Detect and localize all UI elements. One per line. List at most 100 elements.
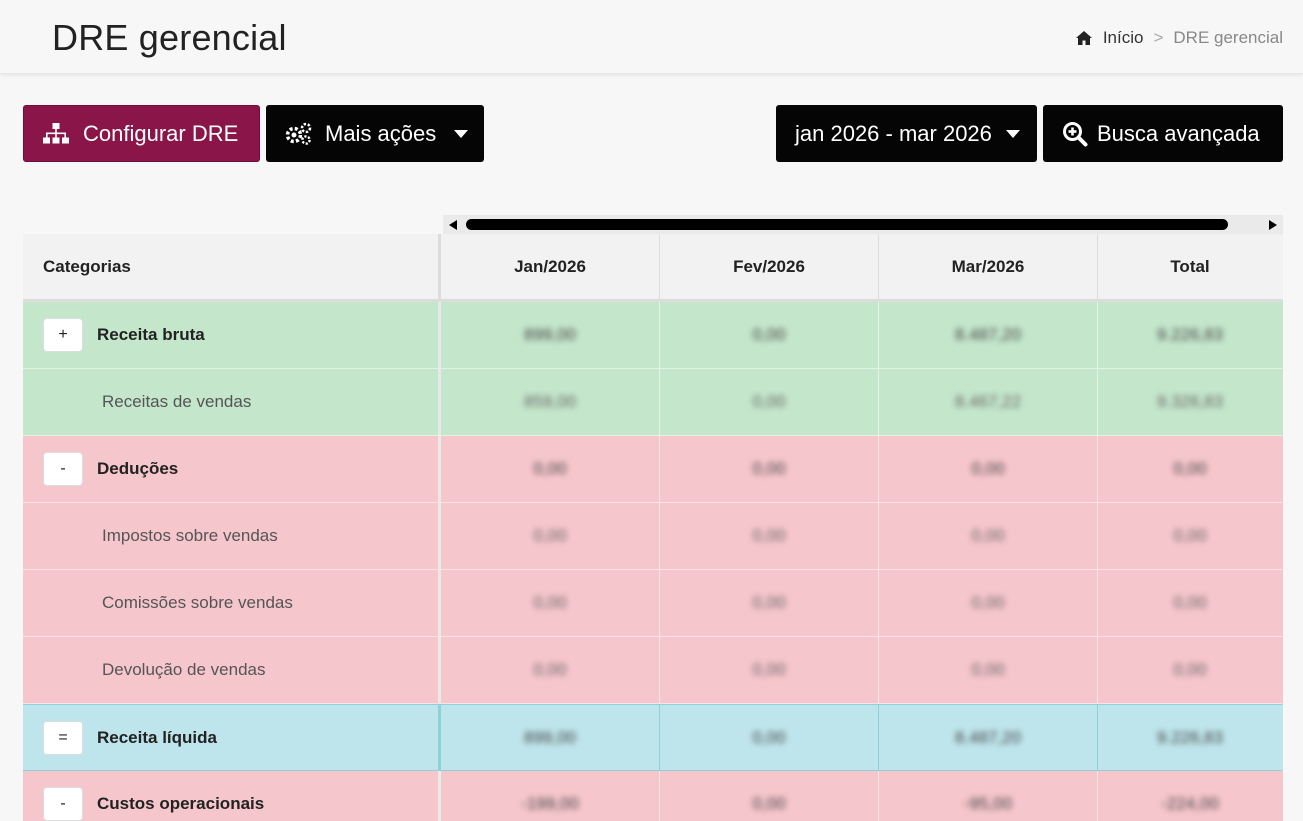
category-cell: Impostos sobre vendas <box>23 503 441 570</box>
top-bar: DRE gerencial Início > DRE gerencial <box>0 0 1303 74</box>
value-total: 9.326,83 <box>1156 392 1224 411</box>
value-fev: 0,00 <box>752 727 786 747</box>
value-mar: 8.487,20 <box>954 325 1022 344</box>
category-label: Receita líquida <box>97 727 217 747</box>
value-mar: 8.487,20 <box>954 727 1022 747</box>
column-header-total: Total <box>1170 256 1210 276</box>
value-fev: 0,00 <box>752 526 786 545</box>
dre-table: Categorias Jan/2026 Fev/2026 Mar/2026 To… <box>23 234 1283 821</box>
zoom-in-icon <box>1063 121 1088 146</box>
category-cell: - Custos operacionais <box>23 771 441 821</box>
value-cell: 0,00 <box>441 503 660 570</box>
value-cell: 0,00 <box>1098 570 1282 637</box>
table-row: Comissões sobre vendas 0,00 0,00 0,00 0,… <box>23 570 1283 637</box>
value-cell: 0,00 <box>441 570 660 637</box>
value-cell: 899,00 <box>441 704 660 771</box>
horizontal-scrollbar[interactable] <box>443 215 1283 234</box>
value-total: 0,00 <box>1173 459 1207 478</box>
value-mar: 0,00 <box>971 459 1005 478</box>
value-mar: 0,00 <box>971 593 1005 612</box>
scroll-right-icon[interactable] <box>1269 220 1277 230</box>
value-cell: 8.487,20 <box>879 704 1098 771</box>
value-cell: 0,00 <box>660 302 879 369</box>
category-label: Impostos sobre vendas <box>102 526 278 545</box>
table-row: Devolução de vendas 0,00 0,00 0,00 0,00 <box>23 637 1283 704</box>
sitemap-icon <box>43 122 69 143</box>
table-header-row: Categorias Jan/2026 Fev/2026 Mar/2026 To… <box>23 234 1283 302</box>
column-header-fev: Fev/2026 <box>660 234 879 299</box>
collapse-toggle-button[interactable]: - <box>43 787 83 821</box>
value-total: 0,00 <box>1173 593 1207 612</box>
value-mar: -95,00 <box>963 794 1013 813</box>
value-jan: 0,00 <box>533 459 567 478</box>
collapse-toggle-button[interactable]: - <box>43 452 83 486</box>
value-fev: 0,00 <box>752 392 786 411</box>
value-cell: 859,00 <box>441 369 660 436</box>
value-jan: -199,00 <box>521 794 579 813</box>
column-header-mar: Mar/2026 <box>879 234 1098 299</box>
value-mar: 8.467,22 <box>954 392 1022 411</box>
value-total: 9.226,83 <box>1156 727 1224 747</box>
column-header-categories: Categorias <box>23 234 441 299</box>
table-row: = Receita líquida 899,00 0,00 8.487,20 9… <box>23 704 1283 771</box>
category-label: Comissões sobre vendas <box>102 593 293 612</box>
expand-toggle-button[interactable]: + <box>43 318 83 352</box>
value-cell: 0,00 <box>879 503 1098 570</box>
value-mar: 0,00 <box>971 660 1005 679</box>
value-cell: 0,00 <box>441 436 660 503</box>
home-icon[interactable] <box>1075 30 1093 46</box>
value-fev: 0,00 <box>752 459 786 478</box>
date-range-button[interactable]: jan 2026 - mar 2026 <box>776 105 1037 162</box>
value-fev: 0,00 <box>752 794 786 813</box>
value-cell: 0,00 <box>660 704 879 771</box>
value-cell: 8.487,20 <box>879 302 1098 369</box>
value-jan: 0,00 <box>533 526 567 545</box>
value-total: 0,00 <box>1173 660 1207 679</box>
page-title: DRE gerencial <box>52 17 287 58</box>
breadcrumb-separator: > <box>1153 28 1164 47</box>
advanced-search-label: Busca avançada <box>1097 120 1260 146</box>
value-cell: 0,00 <box>660 637 879 704</box>
value-jan: 899,00 <box>524 325 576 344</box>
breadcrumb-current: DRE gerencial <box>1173 28 1283 47</box>
category-cell: Comissões sobre vendas <box>23 570 441 637</box>
value-cell: 0,00 <box>441 637 660 704</box>
value-fev: 0,00 <box>752 325 786 344</box>
scrollbar-thumb[interactable] <box>466 219 1228 230</box>
value-cell: -199,00 <box>441 771 660 821</box>
table-row: Impostos sobre vendas 0,00 0,00 0,00 0,0… <box>23 503 1283 570</box>
category-label: Custos operacionais <box>97 794 265 813</box>
value-cell: 899,00 <box>441 302 660 369</box>
value-cell: -95,00 <box>879 771 1098 821</box>
value-cell: 0,00 <box>660 436 879 503</box>
value-cell: 0,00 <box>1098 436 1282 503</box>
advanced-search-button[interactable]: Busca avançada <box>1043 105 1283 162</box>
value-jan: 0,00 <box>533 593 567 612</box>
category-label: Deduções <box>97 459 179 478</box>
configure-dre-button[interactable]: Configurar DRE <box>23 105 260 162</box>
breadcrumb-home-link[interactable]: Início <box>1103 28 1144 48</box>
category-cell: Devolução de vendas <box>23 637 441 704</box>
equals-toggle-button[interactable]: = <box>43 720 83 755</box>
value-cell: 9.326,83 <box>1098 369 1282 436</box>
column-header-jan: Jan/2026 <box>441 234 660 299</box>
table-row: - Custos operacionais -199,00 0,00 -95,0… <box>23 771 1283 821</box>
scroll-left-icon[interactable] <box>449 220 457 230</box>
more-actions-button[interactable]: Mais ações <box>266 105 484 162</box>
value-fev: 0,00 <box>752 593 786 612</box>
gears-icon <box>285 122 312 145</box>
value-total: 9.226,83 <box>1156 325 1224 344</box>
more-actions-label: Mais ações <box>325 120 437 146</box>
date-range-label: jan 2026 - mar 2026 <box>795 120 992 146</box>
value-cell: 0,00 <box>660 570 879 637</box>
value-cell: 0,00 <box>879 436 1098 503</box>
value-cell: 0,00 <box>879 570 1098 637</box>
chevron-down-icon <box>454 129 469 138</box>
value-cell: -224,00 <box>1098 771 1282 821</box>
value-cell: 0,00 <box>660 771 879 821</box>
value-cell: 9.226,83 <box>1098 302 1282 369</box>
table-row: Receitas de vendas 859,00 0,00 8.467,22 … <box>23 369 1283 436</box>
value-cell: 0,00 <box>1098 503 1282 570</box>
value-cell: 0,00 <box>660 369 879 436</box>
value-cell: 0,00 <box>660 503 879 570</box>
